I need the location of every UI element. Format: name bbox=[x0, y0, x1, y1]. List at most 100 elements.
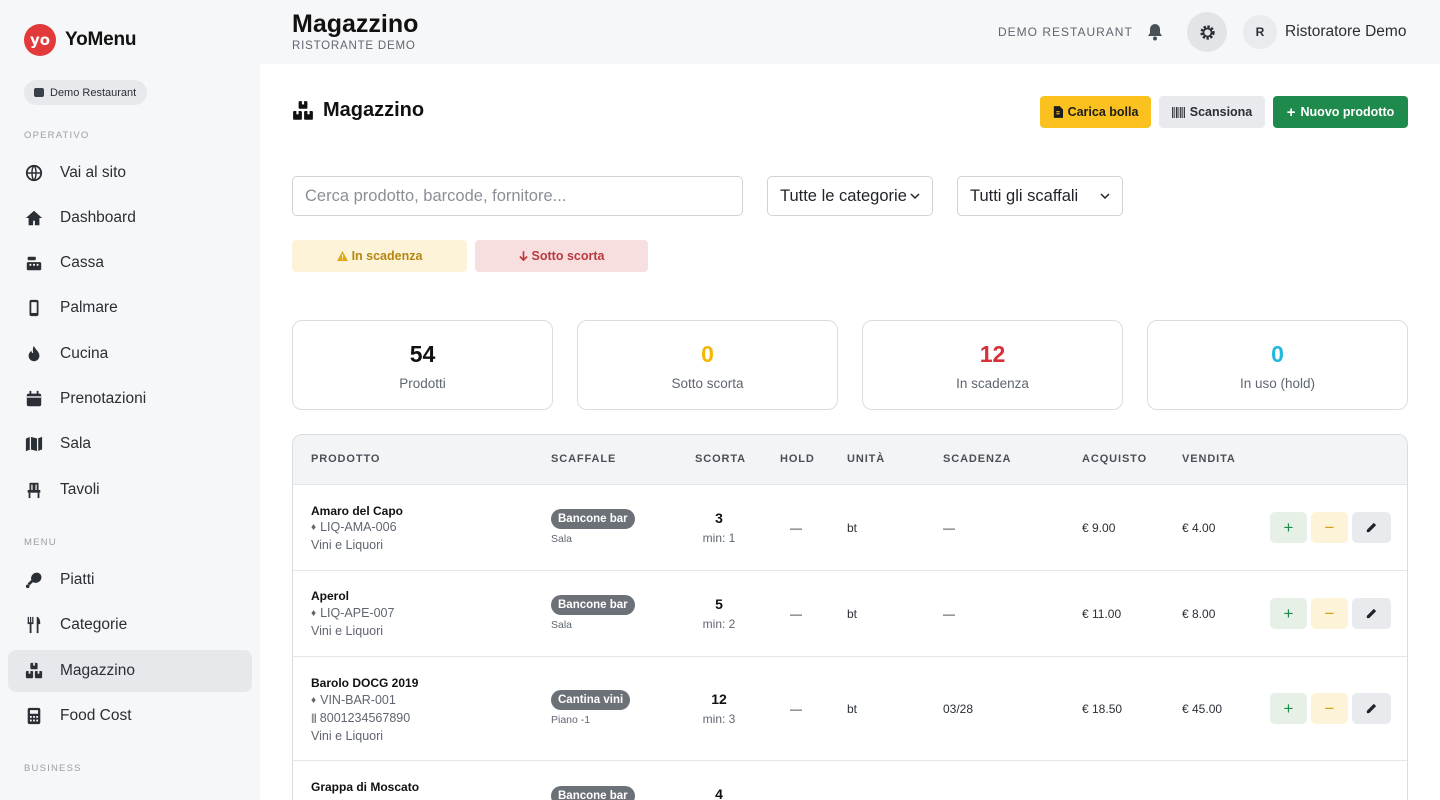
top-bar: Magazzino RISTORANTE DEMO DEMO RESTAURAN… bbox=[260, 0, 1440, 64]
product-name: Amaro del Capo bbox=[311, 504, 404, 518]
increase-stock-button[interactable]: + bbox=[1270, 598, 1307, 629]
expiry-value: 03/28 bbox=[943, 702, 974, 716]
sidebar-item-categorie[interactable]: Categorie bbox=[8, 604, 252, 646]
tag-icon: ♦ bbox=[311, 694, 317, 706]
sidebar-item-sala[interactable]: Sala bbox=[8, 423, 252, 465]
decrease-stock-button[interactable]: − bbox=[1311, 512, 1348, 543]
stock-value: 12 bbox=[711, 691, 727, 707]
search-input[interactable]: Cerca prodotto, barcode, fornitore... bbox=[292, 176, 743, 216]
edit-product-button[interactable] bbox=[1352, 512, 1391, 543]
shelf-badge: Cantina vini bbox=[551, 690, 631, 710]
purchase-price: € 11.00 bbox=[1082, 607, 1122, 621]
bell-icon[interactable] bbox=[1145, 22, 1165, 42]
table-row[interactable]: Aperol ♦ LIQ-APE-007 Vini e Liquori Banco… bbox=[293, 570, 1407, 657]
scan-button[interactable]: Scansiona bbox=[1159, 96, 1265, 128]
hold-value: — bbox=[790, 521, 802, 535]
restaurant-pill[interactable]: Demo Restaurant bbox=[24, 80, 148, 105]
sidebar-item-piatti[interactable]: Piatti bbox=[8, 559, 252, 601]
sidebar-item-label: Tavoli bbox=[60, 481, 100, 498]
stat-value: 0 bbox=[701, 341, 714, 367]
brand-logo: yo bbox=[24, 24, 56, 56]
stock-min: min: 1 bbox=[702, 531, 736, 545]
sidebar-item-label: Vai al sito bbox=[60, 164, 127, 181]
category-select[interactable]: Tutte le categorie bbox=[767, 176, 933, 216]
pencil-icon bbox=[1366, 608, 1377, 619]
restaurant-pill-label: Demo Restaurant bbox=[50, 86, 137, 99]
restaurant-label: DEMO RESTAURANT bbox=[998, 25, 1133, 39]
stat-card-hold: 0 In uso (hold) bbox=[1147, 320, 1408, 410]
sidebar-item-cucina[interactable]: Cucina bbox=[8, 333, 252, 375]
column-header-product[interactable]: PRODOTTO bbox=[311, 453, 380, 465]
edit-product-button[interactable] bbox=[1352, 693, 1391, 724]
plus-icon: + bbox=[1286, 103, 1296, 121]
low-stock-filter-button[interactable]: Sotto scorta bbox=[475, 240, 648, 272]
sidebar-item-food-cost[interactable]: Food Cost bbox=[8, 695, 252, 737]
product-name: Aperol bbox=[311, 589, 350, 603]
new-product-button[interactable]: + Nuovo prodotto bbox=[1273, 96, 1408, 128]
decrease-stock-button[interactable]: − bbox=[1311, 598, 1348, 629]
unit-value: bt bbox=[847, 702, 858, 716]
stock-value: 3 bbox=[715, 510, 723, 526]
hold-value: — bbox=[790, 607, 802, 621]
hold-value: — bbox=[790, 702, 802, 716]
sidebar-item-label: Food Cost bbox=[60, 707, 132, 724]
tag-icon: ♦ bbox=[311, 607, 317, 619]
upload-delivery-button[interactable]: Carica bolla bbox=[1040, 96, 1151, 128]
column-header-expiry[interactable]: SCADENZA bbox=[943, 453, 1011, 465]
shelf-select[interactable]: Tutti gli scaffali bbox=[957, 176, 1123, 216]
decrease-stock-button[interactable]: − bbox=[1311, 693, 1348, 724]
sidebar-item-dashboard[interactable]: Dashboard bbox=[8, 197, 252, 239]
inventory-table: PRODOTTO SCAFFALE SCORTA HOLD UNITÀ SCAD… bbox=[292, 434, 1408, 800]
sidebar-item-tavoli[interactable]: Tavoli bbox=[8, 469, 252, 511]
sidebar-item-label: Prenotazioni bbox=[60, 390, 147, 407]
sidebar-item-label: Dashboard bbox=[60, 209, 136, 226]
drumstick-icon bbox=[24, 571, 43, 590]
shelf-location: Piano -1 bbox=[551, 714, 591, 726]
chevron-down-icon bbox=[910, 193, 920, 200]
sidebar-item-cassa[interactable]: Cassa bbox=[8, 242, 252, 284]
column-header-unit[interactable]: UNITÀ bbox=[847, 453, 885, 465]
product-sku: ♦ LIQ-APE-007 bbox=[311, 606, 395, 620]
column-header-shelf[interactable]: SCAFFALE bbox=[551, 453, 616, 465]
sidebar-item-prenotazioni[interactable]: Prenotazioni bbox=[8, 378, 252, 420]
unit-value: bt bbox=[847, 521, 858, 535]
column-header-hold[interactable]: HOLD bbox=[780, 453, 815, 465]
home-icon bbox=[24, 209, 43, 228]
boxes-icon bbox=[24, 662, 43, 681]
section-title-label: Magazzino bbox=[323, 99, 425, 121]
table-row[interactable]: Amaro del Capo ♦ LIQ-AMA-006 Vini e Liquo… bbox=[293, 484, 1407, 571]
stock-value: 4 bbox=[715, 786, 723, 800]
column-header-purchase[interactable]: ACQUISTO bbox=[1082, 453, 1147, 465]
calculator-icon bbox=[24, 707, 43, 726]
stat-label: In scadenza bbox=[956, 376, 1029, 391]
sidebar-item-palmare[interactable]: Palmare bbox=[8, 287, 252, 329]
stat-card-low-stock: 0 Sotto scorta bbox=[577, 320, 838, 410]
sidebar-item-label: Magazzino bbox=[60, 662, 135, 679]
edit-product-button[interactable] bbox=[1352, 598, 1391, 629]
store-icon bbox=[34, 88, 44, 97]
increase-stock-button[interactable]: + bbox=[1270, 693, 1307, 724]
table-row[interactable]: Grappa di Moscato Bancone bar 4 bbox=[293, 760, 1407, 800]
settings-button[interactable] bbox=[1187, 12, 1227, 52]
stat-value: 12 bbox=[979, 341, 1006, 367]
section-label-operativo: OPERATIVO bbox=[24, 130, 90, 141]
column-header-stock[interactable]: SCORTA bbox=[695, 453, 746, 465]
expiry-value: — bbox=[943, 607, 955, 621]
sidebar-item-magazzino[interactable]: Magazzino bbox=[8, 650, 252, 692]
user-name[interactable]: Ristoratore Demo bbox=[1285, 23, 1406, 41]
sidebar-item-label: Piatti bbox=[60, 571, 95, 588]
sidebar-item-label: Cucina bbox=[60, 345, 109, 362]
arrow-down-icon bbox=[518, 250, 528, 261]
cash-register-icon bbox=[24, 254, 43, 273]
sidebar-item-vai-al-sito[interactable]: Vai al sito bbox=[8, 152, 252, 194]
increase-stock-button[interactable]: + bbox=[1270, 512, 1307, 543]
column-header-sale[interactable]: VENDITA bbox=[1182, 453, 1236, 465]
table-header: PRODOTTO SCAFFALE SCORTA HOLD UNITÀ SCAD… bbox=[293, 435, 1407, 485]
avatar[interactable]: R bbox=[1243, 15, 1277, 49]
stat-value: 54 bbox=[409, 341, 436, 367]
minus-icon: − bbox=[1324, 517, 1335, 537]
brand[interactable]: yo YoMenu bbox=[24, 24, 136, 56]
expiring-filter-button[interactable]: In scadenza bbox=[292, 240, 467, 272]
table-row[interactable]: Barolo DOCG 2019 ♦ VIN-BAR-001 ||| 8001234… bbox=[293, 656, 1407, 761]
unit-value: bt bbox=[847, 607, 858, 621]
